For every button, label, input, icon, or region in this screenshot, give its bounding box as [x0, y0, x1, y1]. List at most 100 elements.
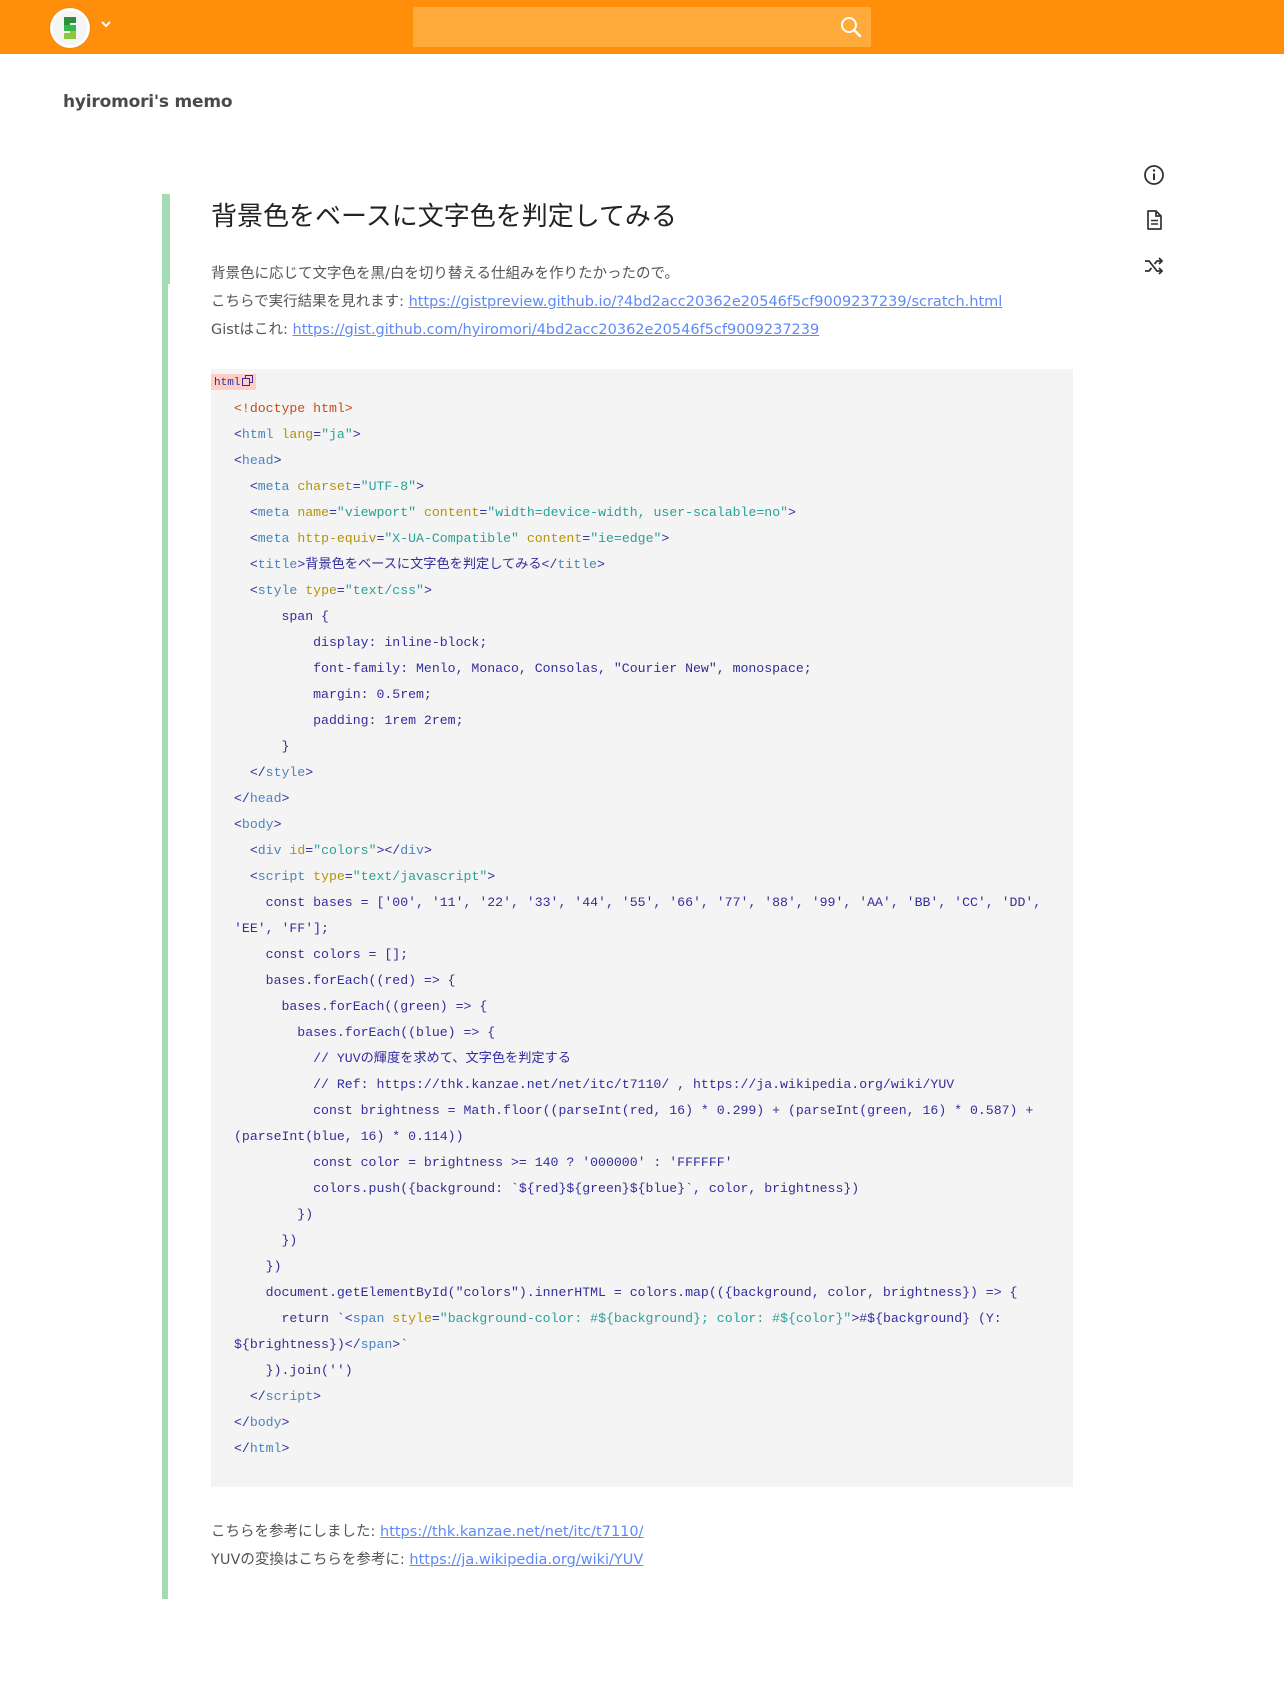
footer-text: こちらを参考にしました: [211, 1524, 380, 1540]
shuffle-icon[interactable] [1142, 254, 1166, 278]
code-line[interactable]: }) [234, 1228, 297, 1254]
page-title[interactable]: 背景色をベースに文字色を判定してみる [211, 196, 677, 233]
code-token: span { [234, 609, 329, 624]
chevron-down-icon[interactable] [98, 16, 114, 32]
code-line[interactable]: span { [234, 604, 329, 630]
reference-link-wikipedia[interactable]: https://ja.wikipedia.org/wiki/YUV [409, 1552, 643, 1568]
code-line[interactable]: <body> [234, 812, 282, 838]
code-token: document.getElementById("colors").innerH… [234, 1285, 1018, 1300]
code-token: > [416, 479, 424, 494]
intro-line-1[interactable]: 背景色に応じて文字色を黒/白を切り替える仕組みを作りたかったので。 [211, 262, 679, 283]
code-line[interactable]: <title>背景色をベースに文字色を判定してみる</title> [234, 552, 605, 578]
code-token: html [241, 427, 274, 442]
code-token: <!doctype html> [234, 401, 353, 416]
footer-line-1[interactable]: こちらを参考にしました: https://thk.kanzae.net/net/… [211, 1520, 644, 1541]
search-box[interactable] [413, 7, 871, 47]
code-token: ${brightness})</ [234, 1337, 361, 1352]
code-token: ></ [376, 843, 401, 858]
code-token: span [360, 1337, 393, 1352]
code-token: = [328, 505, 337, 520]
code-line[interactable]: const bases = ['00', '11', '22', '33', '… [234, 890, 1042, 916]
code-line[interactable]: </style> [234, 760, 313, 786]
code-line[interactable]: return `<span style="background-color: #… [234, 1306, 1001, 1332]
gistpreview-link[interactable]: https://gistpreview.github.io/?4bd2acc20… [409, 294, 1003, 310]
code-token: body [249, 1415, 282, 1430]
code-line[interactable]: 'EE', 'FF']; [234, 916, 329, 942]
code-line[interactable]: <meta http-equiv = "X-UA-Compatible" conte… [234, 526, 670, 552]
code-line[interactable]: padding: 1rem 2rem; [234, 708, 463, 734]
copy-icon[interactable] [242, 375, 254, 386]
code-token: display: inline-block; [234, 635, 488, 650]
code-line[interactable]: <meta charset="UTF-8"> [234, 474, 424, 500]
code-line[interactable]: document.getElementById("colors").innerH… [234, 1280, 1018, 1306]
code-line[interactable]: <head> [234, 448, 282, 474]
code-token: id [289, 843, 306, 858]
gist-link[interactable]: https://gist.github.com/hyiromori/4bd2ac… [293, 322, 820, 338]
intro-line-3[interactable]: Gistはこれ: https://gist.github.com/hyiromo… [211, 318, 819, 339]
search-icon[interactable] [839, 15, 863, 39]
code-token: >` [392, 1337, 409, 1352]
code-line[interactable]: bases.forEach((blue) => { [234, 1020, 495, 1046]
code-line[interactable]: colors.push({background: `${red}${green}… [234, 1176, 859, 1202]
code-line[interactable]: (parseInt(blue, 16) * 0.114)) [234, 1124, 464, 1150]
code-line[interactable]: // YUVの輝度を求めて、文字色を判定する [234, 1046, 571, 1072]
code-language-label[interactable]: html [211, 374, 257, 390]
code-line[interactable]: font-family: Menlo, Monaco, Consolas, "C… [234, 656, 812, 682]
code-line[interactable]: <div id="colors"></div> [234, 838, 432, 864]
code-line[interactable]: }) [234, 1202, 313, 1228]
footer-text: YUVの変換はこちらを参考に: [211, 1552, 410, 1568]
code-line[interactable]: display: inline-block; [234, 630, 487, 656]
code-token: content [526, 531, 583, 546]
code-line[interactable]: </head> [234, 786, 289, 812]
code-line[interactable]: <style type="text/css"> [234, 578, 432, 604]
code-token: span [352, 1311, 385, 1326]
code-line[interactable]: <html lang="ja"> [234, 422, 361, 448]
code-line[interactable]: // Ref: https://thk.kanzae.net/net/itc/t… [234, 1072, 954, 1098]
code-token: type [305, 583, 337, 598]
code-line[interactable]: margin: 0.5rem; [234, 682, 432, 708]
code-line[interactable]: </html> [234, 1436, 289, 1462]
code-token: type [313, 869, 345, 884]
intro-line-2[interactable]: こちらで実行結果を見れます: https://gistpreview.githu… [211, 290, 1002, 311]
code-line[interactable]: </body> [234, 1410, 289, 1436]
document-icon[interactable] [1142, 208, 1166, 232]
code-token: }) [234, 1233, 298, 1248]
reference-link-kanzae[interactable]: https://thk.kanzae.net/net/itc/t7110/ [380, 1524, 644, 1540]
code-token: meta [257, 479, 290, 494]
code-line[interactable]: const colors = []; [234, 942, 408, 968]
code-line[interactable]: <!doctype html> [234, 396, 353, 422]
logo-icon[interactable] [50, 8, 90, 48]
project-name[interactable]: hyiromori's memo [63, 92, 233, 112]
code-line[interactable]: bases.forEach((red) => { [234, 968, 456, 994]
code-line[interactable]: bases.forEach((green) => { [234, 994, 487, 1020]
code-line[interactable]: <script type="text/javascript"> [234, 864, 495, 890]
code-line[interactable]: const brightness = Math.floor((parseInt(… [234, 1098, 1033, 1124]
code-line[interactable]: }) [234, 1254, 282, 1280]
code-token: body [241, 817, 274, 832]
footer-line-2[interactable]: YUVの変換はこちらを参考に: https://ja.wikipedia.org… [211, 1548, 643, 1569]
code-token: "colors" [313, 843, 377, 858]
code-token: "X-UA-Compatible" [384, 531, 519, 546]
code-token: bases.forEach((blue) => { [234, 1025, 496, 1040]
code-token: < [234, 583, 258, 598]
code-token: = [313, 427, 322, 442]
info-icon[interactable] [1142, 163, 1166, 187]
code-line[interactable]: }).join('') [234, 1358, 353, 1384]
code-token: < [234, 427, 242, 442]
code-token: > [273, 453, 282, 468]
code-line[interactable]: } [234, 734, 289, 760]
code-token: return `< [234, 1311, 353, 1326]
code-line[interactable]: </script> [234, 1384, 321, 1410]
search-input[interactable] [413, 7, 823, 47]
page-line-indicator [162, 194, 168, 1599]
code-token: lang [281, 427, 314, 442]
code-token: </ [234, 1415, 250, 1430]
code-line[interactable]: ${brightness})</span>` [234, 1332, 408, 1358]
code-token: }) [234, 1207, 314, 1222]
code-line[interactable]: <meta name="viewport" content="width=dev… [234, 500, 796, 526]
code-line[interactable]: const color = brightness >= 140 ? '00000… [234, 1150, 732, 1176]
code-token: </ [234, 791, 250, 806]
code-token: "UTF-8" [360, 479, 417, 494]
